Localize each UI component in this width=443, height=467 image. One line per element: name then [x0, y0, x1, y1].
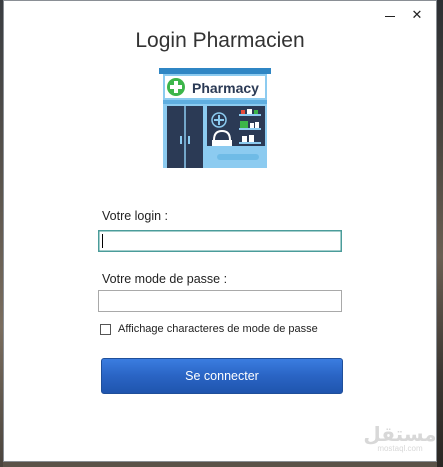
login-window: ✕ Login Pharmacien Pharmacy Votre login …	[3, 0, 437, 462]
login-label: Votre login :	[102, 209, 169, 223]
minimize-icon	[385, 15, 395, 17]
watermark-arabic: مستقل	[363, 422, 437, 446]
desktop-background-right	[437, 0, 443, 467]
login-button[interactable]: Se connecter	[101, 358, 343, 394]
text-caret	[102, 234, 103, 248]
pharmacy-sign-text: Pharmacy	[192, 80, 259, 96]
show-password-label[interactable]: Affichage characteres de mode de passe	[118, 323, 318, 335]
close-icon: ✕	[411, 8, 423, 23]
login-input[interactable]	[98, 230, 342, 252]
page-title: Login Pharmacien	[135, 29, 305, 52]
close-button[interactable]: ✕	[409, 8, 425, 24]
password-label: Votre mode de passe :	[102, 272, 228, 286]
show-password-checkbox[interactable]	[100, 324, 111, 335]
password-input[interactable]	[98, 290, 342, 312]
pharmacy-store-icon: Pharmacy	[159, 68, 271, 168]
watermark-logo: مستقل mostaql.com	[362, 424, 438, 462]
minimize-button[interactable]	[382, 8, 398, 24]
